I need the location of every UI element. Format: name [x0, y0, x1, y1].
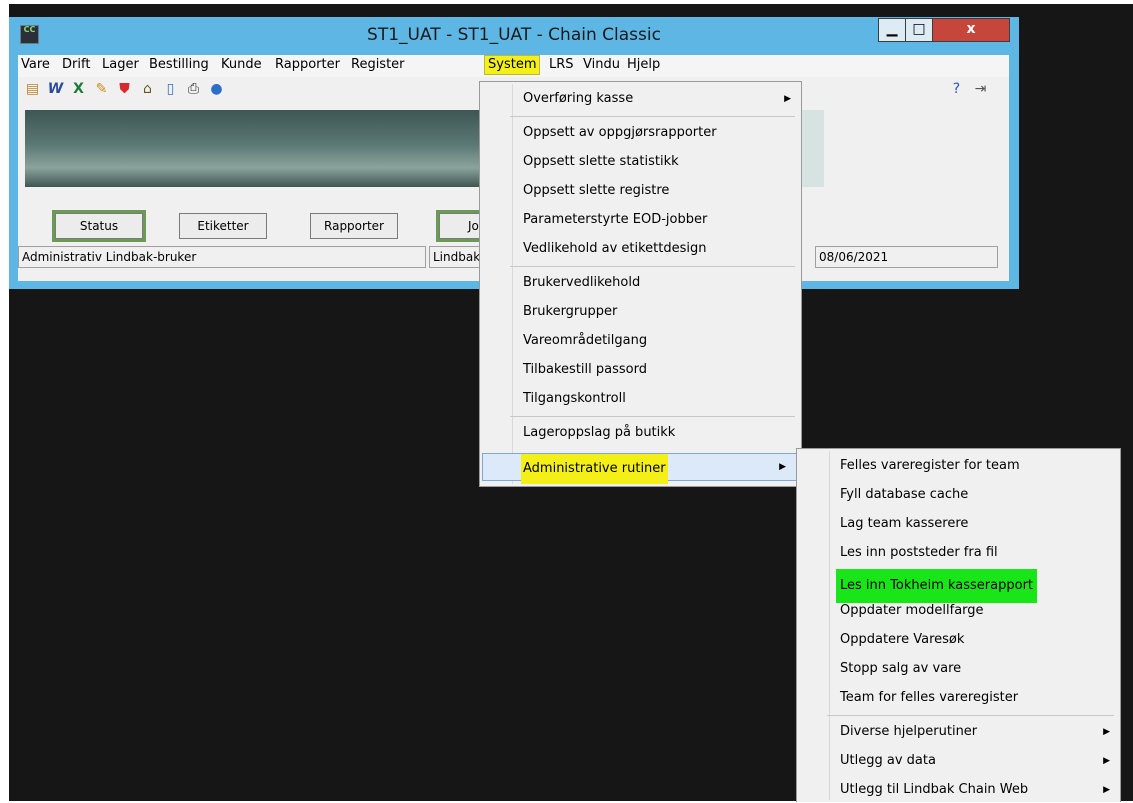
shield-icon[interactable]: ⛊	[116, 81, 133, 98]
submenu-arrow-icon: ▶	[1103, 727, 1110, 737]
rapporter-button[interactable]: Rapporter	[310, 213, 398, 239]
submenu-item-oppdatere-varesok[interactable]: Oppdatere Varesøk	[797, 627, 1120, 653]
help-icon[interactable]: ?	[948, 81, 965, 98]
admin-submenu: Felles vareregister for team Fyll databa…	[796, 448, 1121, 802]
menu-vare[interactable]: Vare	[21, 57, 50, 72]
edit-icon[interactable]: ✎	[93, 81, 110, 98]
menu-item-etikettdesign[interactable]: Vedlikehold av etikettdesign	[480, 236, 801, 262]
submenu-item-les-inn-poststeder[interactable]: Les inn poststeder fra fil	[797, 540, 1120, 566]
menu-item-administrative-rutiner[interactable]: Administrative rutiner ▶	[482, 453, 797, 484]
submenu-arrow-icon: ▶	[784, 94, 791, 104]
menu-item-brukergrupper[interactable]: Brukergrupper	[480, 299, 801, 325]
menu-item-lageroppslag[interactable]: Lageroppslag på butikk	[480, 420, 801, 446]
submenu-arrow-icon: ▶	[1103, 785, 1110, 795]
globe-icon[interactable]: ●	[208, 81, 225, 98]
menu-rapporter[interactable]: Rapporter	[275, 57, 340, 72]
menu-lrs[interactable]: LRS	[549, 57, 574, 72]
status-date: 08/06/2021	[815, 246, 998, 268]
submenu-item-diverse-hjelperutiner[interactable]: Diverse hjelperutiner ▶	[797, 719, 1120, 745]
menu-item-vareomradetilgang[interactable]: Vareområdetilgang	[480, 328, 801, 354]
submenu-item-utlegg-av-data[interactable]: Utlegg av data ▶	[797, 748, 1120, 774]
submenu-item-oppdater-modellfarge[interactable]: Oppdater modellfarge	[797, 598, 1120, 624]
menu-bar: Vare Drift Lager Bestilling Kunde Rappor…	[18, 55, 1009, 77]
submenu-item-les-inn-tokheim[interactable]: Les inn Tokheim kasserapport	[797, 569, 1120, 603]
menu-separator	[827, 715, 1114, 716]
window-title: ST1_UAT - ST1_UAT - Chain Classic	[367, 25, 661, 45]
etiketter-button[interactable]: Etiketter	[179, 213, 267, 239]
maximize-button[interactable]: □	[905, 18, 933, 42]
minimize-button[interactable]: ▁	[878, 18, 906, 42]
status-button[interactable]: Status	[52, 210, 146, 242]
menu-item-tilbakestill-passord[interactable]: Tilbakestill passord	[480, 357, 801, 383]
menu-separator	[510, 116, 795, 117]
menu-register[interactable]: Register	[351, 57, 405, 72]
submenu-arrow-icon: ▶	[779, 462, 786, 472]
menu-drift[interactable]: Drift	[62, 57, 90, 72]
menu-lager[interactable]: Lager	[102, 57, 139, 72]
title-bar[interactable]: CC ST1_UAT - ST1_UAT - Chain Classic ▁ □…	[9, 17, 1019, 55]
submenu-item-felles-vareregister[interactable]: Felles vareregister for team	[797, 453, 1120, 479]
menu-item-brukervedlikehold[interactable]: Brukervedlikehold	[480, 270, 801, 296]
menu-hjelp[interactable]: Hjelp	[627, 57, 660, 72]
menu-item-slette-registre[interactable]: Oppsett slette registre	[480, 178, 801, 204]
menu-bestilling[interactable]: Bestilling	[149, 57, 209, 72]
submenu-item-fyll-database-cache[interactable]: Fyll database cache	[797, 482, 1120, 508]
word-icon[interactable]: W	[47, 81, 64, 98]
submenu-item-utlegg-chain-web[interactable]: Utlegg til Lindbak Chain Web ▶	[797, 777, 1120, 803]
menu-item-eod-jobber[interactable]: Parameterstyrte EOD-jobber	[480, 207, 801, 233]
menu-system[interactable]: System	[483, 55, 541, 75]
close-button[interactable]: x	[932, 18, 1010, 42]
calculator-icon[interactable]: ▤	[24, 81, 41, 98]
menu-item-tilgangskontroll[interactable]: Tilgangskontroll	[480, 386, 801, 412]
print-preview-icon[interactable]: ⎙	[185, 81, 202, 98]
submenu-item-team-felles-vareregister[interactable]: Team for felles vareregister	[797, 685, 1120, 711]
menu-item-slette-statistikk[interactable]: Oppsett slette statistikk	[480, 149, 801, 175]
submenu-item-stopp-salg[interactable]: Stopp salg av vare	[797, 656, 1120, 682]
menu-separator	[510, 416, 795, 417]
submenu-arrow-icon: ▶	[1103, 756, 1110, 766]
menu-item-oppgjorsrapporter[interactable]: Oppsett av oppgjørsrapporter	[480, 120, 801, 146]
submenu-item-lag-team-kasserere[interactable]: Lag team kasserere	[797, 511, 1120, 537]
menu-kunde[interactable]: Kunde	[221, 57, 262, 72]
home-icon[interactable]: ⌂	[139, 81, 156, 98]
menu-item-overforing-kasse[interactable]: Overføring kasse ▶	[480, 86, 801, 112]
status-user: Administrativ Lindbak-bruker	[18, 246, 426, 268]
system-menu: Overføring kasse ▶ Oppsett av oppgjørsra…	[479, 81, 802, 487]
exit-icon[interactable]: ⇥	[972, 81, 989, 98]
menu-vindu[interactable]: Vindu	[583, 57, 620, 72]
document-icon[interactable]: ▯	[162, 81, 179, 98]
menu-separator	[510, 266, 795, 267]
excel-icon[interactable]: X	[70, 81, 87, 98]
